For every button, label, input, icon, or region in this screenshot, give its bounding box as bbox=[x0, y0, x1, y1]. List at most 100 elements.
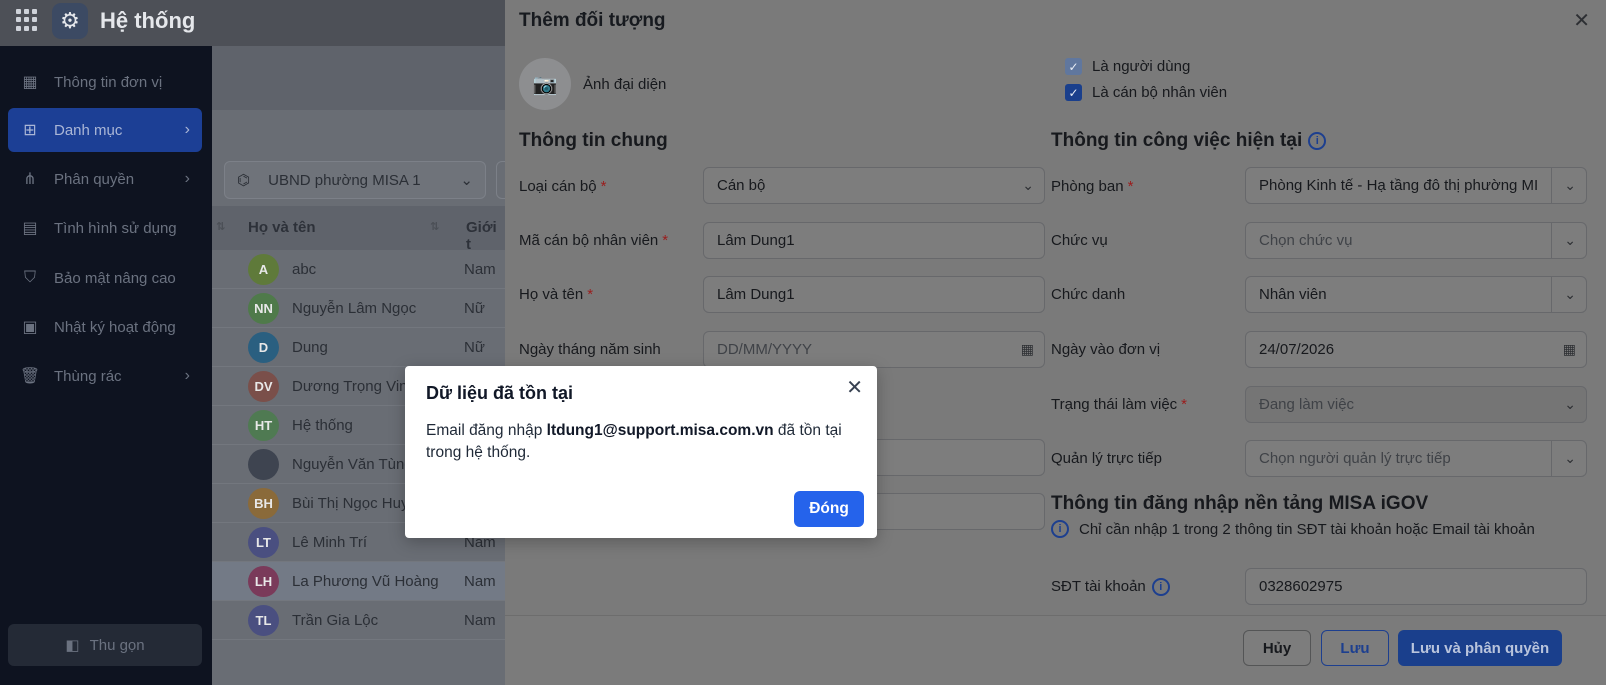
add-object-drawer: Thêm đối tượng ✕ 📷 Ảnh đại diện ✓ Là ngư… bbox=[505, 0, 1606, 685]
sidebar-item-permissions[interactable]: ⋔ Phân quyền › bbox=[8, 157, 202, 201]
department-select[interactable]: Phòng Kinh tế - Hạ tầng đô thị phường MI… bbox=[1245, 167, 1587, 204]
avatar: LT bbox=[248, 527, 279, 558]
close-icon[interactable]: ✕ bbox=[846, 375, 863, 400]
checkbox-is-user[interactable]: ✓ Là người dùng bbox=[1065, 58, 1190, 75]
row-name: Lê Minh Trí bbox=[292, 534, 368, 551]
column-header-gender[interactable]: Giới t bbox=[466, 219, 505, 253]
info-icon[interactable]: i bbox=[1308, 131, 1327, 150]
row-gender: Nam bbox=[464, 612, 496, 629]
cancel-button[interactable]: Hủy bbox=[1243, 630, 1311, 666]
drawer-footer: Hủy Lưu Lưu và phân quyền bbox=[505, 615, 1606, 685]
collapse-icon: ◧ bbox=[65, 637, 80, 654]
row-name: Bùi Thị Ngọc Huy bbox=[292, 495, 409, 512]
sidebar-item-label: Thông tin đơn vị bbox=[54, 73, 163, 91]
app-launcher-icon[interactable] bbox=[16, 9, 38, 31]
dob-label: Ngày tháng năm sinh bbox=[519, 341, 661, 358]
column-header-name[interactable]: Họ và tên bbox=[248, 219, 316, 236]
join-date-input[interactable]: 24/07/2026 ▦ bbox=[1245, 331, 1587, 368]
dialog-title: Dữ liệu đã tồn tại bbox=[426, 383, 574, 403]
checkbox-label: Là người dùng bbox=[1092, 58, 1191, 75]
row-name: Nguyễn Văn Tùng bbox=[292, 456, 413, 473]
chevron-right-icon: › bbox=[184, 121, 190, 138]
dob-input[interactable]: DD/MM/YYYY ▦ bbox=[703, 331, 1045, 368]
phone-label: SĐT tài khoản i bbox=[1051, 578, 1170, 597]
org-tree-icon: ⌬ bbox=[237, 172, 251, 189]
info-icon[interactable]: i bbox=[1151, 578, 1170, 597]
table-row[interactable]: NN Nguyễn Lâm Ngọc Nữ bbox=[212, 289, 505, 328]
join-date-label: Ngày vào đơn vị bbox=[1051, 341, 1161, 358]
sort-icon[interactable]: ⇅ bbox=[430, 220, 439, 233]
calendar-icon[interactable]: ▦ bbox=[1563, 341, 1576, 358]
camera-icon[interactable]: 📷 bbox=[519, 58, 571, 110]
avatar: D bbox=[248, 332, 279, 363]
row-gender: Nữ bbox=[464, 339, 485, 356]
row-gender: Nam bbox=[464, 261, 496, 278]
org-select[interactable]: ⌬ UBND phường MISA 1 ⌄ bbox=[224, 161, 486, 199]
drawer-title: Thêm đối tượng bbox=[519, 10, 666, 31]
position-select[interactable]: Chọn chức vụ ⌄ bbox=[1245, 222, 1587, 259]
photo-label: Ảnh đại diện bbox=[583, 76, 667, 93]
staff-code-input[interactable]: Lâm Dung1 bbox=[703, 222, 1045, 259]
sidebar-item-activity-log[interactable]: ▣ Nhật ký hoạt động bbox=[8, 305, 202, 349]
chevron-right-icon: › bbox=[184, 170, 190, 187]
avatar: LH bbox=[248, 566, 279, 597]
staff-code-label: Mã cán bộ nhân viên * bbox=[519, 232, 669, 249]
close-dialog-button[interactable]: Đóng bbox=[794, 491, 864, 527]
sidebar: ▦ Thông tin đơn vị ⊞ Danh mục › ⋔ Phân q… bbox=[0, 46, 212, 685]
phone-input[interactable]: 0328602975 bbox=[1245, 568, 1587, 605]
login-info-title: Thông tin đăng nhập nền tảng MISA iGOV bbox=[1051, 493, 1429, 514]
table-row[interactable]: TL Trần Gia Lộc Nam bbox=[212, 601, 505, 640]
save-button[interactable]: Lưu bbox=[1321, 630, 1389, 666]
row-name: Dương Trọng Vinh bbox=[292, 378, 416, 395]
full-name-input[interactable]: Lâm Dung1 bbox=[703, 276, 1045, 313]
save-and-assign-button[interactable]: Lưu và phân quyền bbox=[1398, 630, 1562, 666]
checkbox-label: Là cán bộ nhân viên bbox=[1092, 84, 1228, 101]
sidebar-item-trash[interactable]: 🗑 Thùng rác › bbox=[8, 354, 202, 398]
table-row[interactable]: Aabc Nam bbox=[212, 250, 505, 289]
row-name: Nguyễn Lâm Ngọc bbox=[292, 300, 417, 317]
network-icon: ⋔ bbox=[23, 171, 37, 188]
full-name-label: Họ và tên * bbox=[519, 286, 594, 303]
chevron-down-icon: ⌄ bbox=[460, 172, 473, 189]
dialog-email: ltdung1@support.misa.com.vn bbox=[546, 422, 774, 439]
chevron-down-icon: ⌄ bbox=[1022, 177, 1034, 193]
sidebar-item-label: Bảo mật nâng cao bbox=[54, 269, 176, 287]
log-icon: ▣ bbox=[22, 319, 38, 336]
org-select-value: UBND phường MISA 1 bbox=[268, 171, 421, 189]
duplicate-data-dialog: Dữ liệu đã tồn tại ✕ Email đăng nhập ltd… bbox=[405, 366, 877, 538]
table-row[interactable]: LH La Phương Vũ Hoàng Nam bbox=[212, 562, 505, 601]
chevron-down-icon: ⌄ bbox=[1564, 450, 1576, 466]
sidebar-item-label: Phân quyền bbox=[54, 170, 135, 188]
chevron-down-icon: ⌄ bbox=[1564, 286, 1576, 302]
job-title-select[interactable]: Nhân viên ⌄ bbox=[1245, 276, 1587, 313]
dialog-message: Email đăng nhập ltdung1@support.misa.com… bbox=[426, 422, 842, 461]
gear-icon: ⚙ bbox=[52, 3, 88, 39]
sort-icon[interactable]: ⇅ bbox=[216, 220, 225, 233]
calendar-icon[interactable]: ▦ bbox=[1021, 341, 1034, 358]
sidebar-item-label: Tình hình sử dụng bbox=[54, 219, 177, 237]
staff-type-select[interactable]: Cán bộ ⌄ bbox=[703, 167, 1045, 204]
checkbox-is-staff[interactable]: ✓ Là cán bộ nhân viên bbox=[1065, 84, 1227, 101]
checkbox-checked-icon[interactable]: ✓ bbox=[1065, 84, 1082, 101]
manager-select[interactable]: Chọn người quản lý trực tiếp ⌄ bbox=[1245, 440, 1587, 477]
table-row[interactable]: D Dung Nữ bbox=[212, 328, 505, 367]
chevron-down-icon: ⌄ bbox=[1564, 396, 1576, 412]
sidebar-item-catalog[interactable]: ⊞ Danh mục › bbox=[8, 108, 202, 152]
chevron-right-icon: › bbox=[184, 367, 190, 384]
work-status-select: Đang làm việc ⌄ bbox=[1245, 386, 1587, 423]
row-gender: Nữ bbox=[464, 300, 485, 317]
close-icon[interactable]: ✕ bbox=[1573, 8, 1590, 33]
sidebar-item-usage[interactable]: ▤ Tình hình sử dụng bbox=[8, 206, 202, 250]
report-icon: ▤ bbox=[22, 220, 38, 237]
avatar: TL bbox=[248, 605, 279, 636]
sidebar-item-org-info[interactable]: ▦ Thông tin đơn vị bbox=[8, 60, 202, 104]
avatar bbox=[248, 449, 279, 480]
collapse-sidebar-button[interactable]: ◧ Thu gọn bbox=[8, 624, 202, 666]
position-label: Chức vụ bbox=[1051, 232, 1108, 249]
sub-header bbox=[212, 46, 505, 110]
avatar: A bbox=[248, 254, 279, 285]
chevron-down-icon: ⌄ bbox=[1564, 177, 1576, 193]
checkbox-checked-icon[interactable]: ✓ bbox=[1065, 58, 1082, 75]
trash-icon: 🗑 bbox=[19, 368, 41, 385]
sidebar-item-security[interactable]: ⛉ Bảo mật nâng cao bbox=[8, 256, 202, 300]
